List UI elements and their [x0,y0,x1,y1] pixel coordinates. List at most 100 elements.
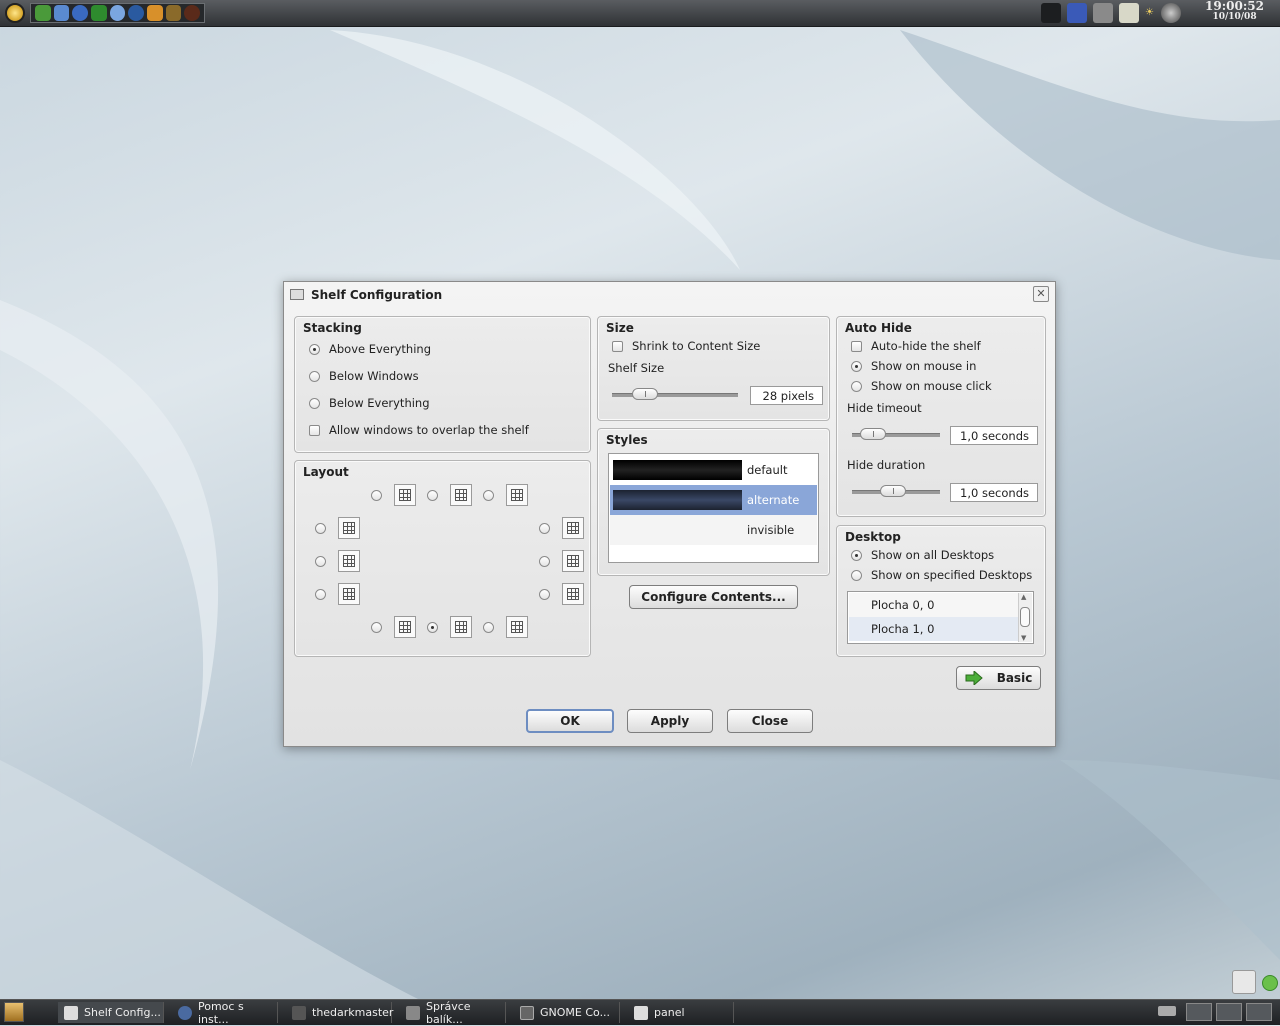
radio-button[interactable] [309,370,320,382]
desktops-scrollbar[interactable]: ▲ ▼ [1018,593,1032,642]
slider-thumb[interactable] [860,428,886,440]
tray-blank-icon[interactable] [1041,3,1061,23]
clock[interactable]: 19:00:52 10/10/08 [1205,0,1264,23]
layout-bottom-right[interactable] [483,616,528,638]
task-pomoc[interactable]: Pomoc s inst... [172,1000,278,1026]
checkbox[interactable] [612,340,623,352]
radio-below-windows[interactable]: Below Windows [309,369,419,383]
workspace-2[interactable] [1216,1003,1242,1021]
radio-button[interactable] [427,621,438,633]
layout-bottom-center[interactable] [427,616,472,638]
task-thedarkmaster[interactable]: thedarkmaster [286,1002,393,1023]
show-desktop-icon[interactable] [1232,970,1256,994]
layout-right-bottom[interactable] [539,583,584,605]
style-item-alternate[interactable]: alternate [610,485,817,515]
overlap-checkbox[interactable]: Allow windows to overlap the shelf [309,423,529,437]
radio-all-desktops[interactable]: Show on all Desktops [851,548,994,562]
trash-icon[interactable] [1119,3,1139,23]
radio-button[interactable] [539,588,550,600]
desktops-list[interactable]: Plocha 0, 0 Plocha 1, 0 ▲ ▼ [847,591,1034,644]
main-menu-icon[interactable] [5,3,25,23]
radio-button[interactable] [371,489,382,501]
shrink-checkbox[interactable]: Shrink to Content Size [612,339,760,353]
slider-thumb[interactable] [632,388,658,400]
layout-right-center[interactable] [539,550,584,572]
layout-right-top[interactable] [539,517,584,539]
radio-button[interactable] [483,489,494,501]
basic-button[interactable]: Basic [956,666,1041,690]
workspace-1[interactable] [1186,1003,1212,1021]
task-gnome-co[interactable]: GNOME Co... [514,1002,620,1023]
task-spravce[interactable]: Správce balík... [400,1000,506,1026]
hide-timeout-field[interactable]: 1,0 seconds [950,426,1038,445]
workspace-3[interactable] [1246,1003,1272,1021]
sun-icon[interactable]: ☀ [1145,3,1155,23]
radio-button[interactable] [309,343,320,355]
scroll-thumb[interactable] [1020,607,1030,627]
radio-above-everything[interactable]: Above Everything [309,342,431,356]
desktop-item[interactable]: Plocha 0, 0 [849,593,1018,617]
close-button[interactable]: Close [727,709,813,733]
radio-button[interactable] [851,549,862,561]
close-icon[interactable]: ✕ [1033,286,1049,302]
network-launcher-icon[interactable] [35,5,51,21]
apply-button[interactable]: Apply [627,709,713,733]
wireless-icon[interactable] [1067,3,1087,23]
scroll-down-icon[interactable]: ▼ [1021,634,1026,642]
hide-duration-slider[interactable] [852,485,940,497]
slider-thumb[interactable] [880,485,906,497]
styles-list[interactable]: default alternate invisible [608,453,819,563]
shelf-size-field[interactable]: 28 pixels [750,386,823,405]
desktop-item[interactable]: Plocha 1, 0 [849,617,1018,641]
game-launcher-icon[interactable] [165,5,182,21]
layout-left-bottom[interactable] [315,583,360,605]
radio-below-everything[interactable]: Below Everything [309,396,430,410]
package-launcher-icon[interactable] [147,5,163,21]
radio-button[interactable] [315,588,326,600]
radio-button[interactable] [427,489,438,501]
browser-launcher-icon[interactable] [72,5,89,21]
radio-show-mouse-click[interactable]: Show on mouse click [851,379,992,393]
chat-launcher-icon[interactable] [109,5,126,21]
hide-timeout-slider[interactable] [852,428,940,440]
speaker-icon[interactable] [1161,3,1181,23]
checkbox[interactable] [851,340,862,352]
radio-button[interactable] [851,360,862,372]
radio-button[interactable] [851,569,862,581]
ok-button[interactable]: OK [526,709,614,733]
radio-button[interactable] [483,621,494,633]
autohide-checkbox[interactable]: Auto-hide the shelf [851,339,981,353]
layout-top-left[interactable] [371,484,416,506]
radio-button[interactable] [539,555,550,567]
radio-button[interactable] [539,522,550,534]
style-item-invisible[interactable]: invisible [610,515,817,545]
show-desktop-button-icon[interactable] [4,1002,24,1022]
radio-button[interactable] [315,522,326,534]
camera-icon[interactable] [1093,3,1113,23]
radio-button[interactable] [851,380,862,392]
style-item-default[interactable]: default [610,455,817,485]
shelf-size-slider[interactable] [612,388,738,400]
media-launcher-icon[interactable] [184,5,201,21]
task-shelf-config[interactable]: Shelf Config... [58,1002,164,1023]
configure-contents-button[interactable]: Configure Contents... [629,585,798,609]
layout-left-center[interactable] [315,550,360,572]
folder-launcher-icon[interactable] [53,5,70,21]
task-panel[interactable]: panel [628,1002,734,1023]
hide-duration-field[interactable]: 1,0 seconds [950,483,1038,502]
keyboard-icon[interactable] [1158,1006,1176,1016]
layout-top-center[interactable] [427,484,472,506]
scroll-up-icon[interactable]: ▲ [1021,593,1026,601]
web-launcher-icon[interactable] [128,5,145,21]
radio-button[interactable] [309,397,320,409]
radio-button[interactable] [371,621,382,633]
layout-bottom-left[interactable] [371,616,416,638]
layout-left-top[interactable] [315,517,360,539]
layout-top-right[interactable] [483,484,528,506]
checkbox[interactable] [309,424,320,436]
radio-button[interactable] [315,555,326,567]
radio-specified-desktops[interactable]: Show on specified Desktops [851,568,1032,582]
tree-launcher-icon[interactable] [91,5,107,21]
title-bar[interactable]: Shelf Configuration ✕ [284,282,1055,308]
radio-show-mouse-in[interactable]: Show on mouse in [851,359,976,373]
